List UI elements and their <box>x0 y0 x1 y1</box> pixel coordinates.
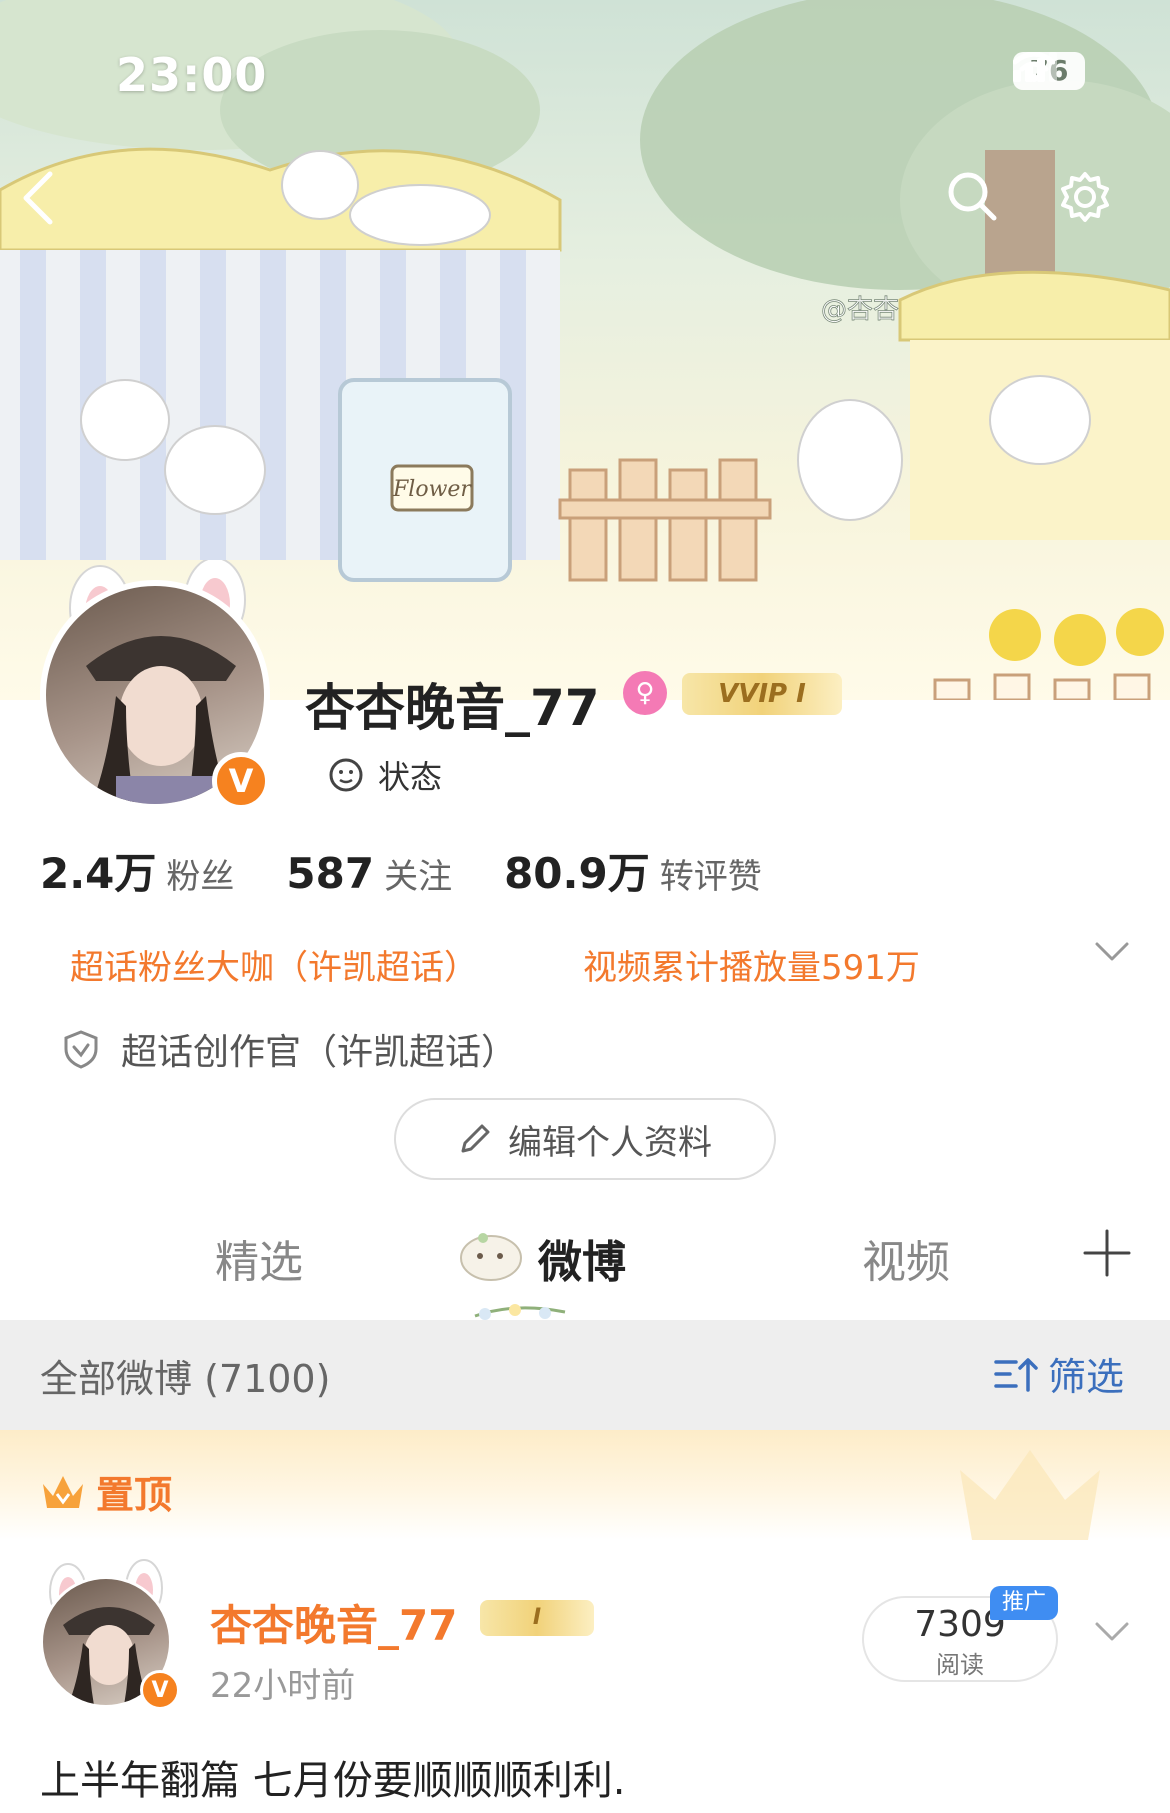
gear-icon <box>1061 172 1109 222</box>
post-author-name[interactable]: 杏杏晚音_77 <box>210 1592 457 1653</box>
plus-icon <box>1083 1229 1131 1277</box>
filter-label: 筛选 <box>1047 1355 1124 1399</box>
add-tab-button[interactable] <box>1082 1228 1132 1282</box>
crown-icon <box>43 1475 83 1508</box>
post-verified-badge: V <box>140 1670 180 1710</box>
cover-watermark: @杏杏 <box>821 295 899 325</box>
vvip-badge[interactable]: VVIP Ⅰ <box>682 673 842 715</box>
official-title-row[interactable]: 超话创作官（许凯超话） <box>63 1023 517 1075</box>
tab-featured[interactable]: 精选 <box>215 1226 303 1290</box>
posts-filter-bar: 全部微博 (7100) 筛选 <box>0 1320 1170 1430</box>
emoji-add-icon <box>329 758 363 792</box>
back-button[interactable] <box>20 170 90 240</box>
official-title: 超话创作官（许凯超话） <box>121 1032 518 1073</box>
profile-username: 杏杏晚音_77 <box>305 679 600 737</box>
following-label: 关注 <box>384 857 453 897</box>
crown-decoration-icon <box>960 1450 1100 1540</box>
status-icons: 76 <box>1013 52 1085 90</box>
post-content: 上半年翻篇 七月份要顺顺顺利利. <box>40 1758 626 1804</box>
tab-video[interactable]: 视频 <box>862 1226 950 1290</box>
interactions-label: 转评赞 <box>659 857 762 897</box>
settings-button[interactable] <box>1058 170 1128 240</box>
back-arrow-icon <box>23 171 53 225</box>
filter-icon <box>994 1357 1038 1392</box>
profile-tabs: 精选 微博 视频 <box>0 1200 1170 1320</box>
chevron-down-icon <box>1095 1622 1129 1641</box>
profile-avatar[interactable]: V <box>30 560 280 810</box>
edit-profile-label: 编辑个人资料 <box>508 1122 712 1163</box>
status-label: 状态 <box>377 758 442 796</box>
pinned-label: 置顶 <box>40 1464 172 1519</box>
tag-video-plays[interactable]: 视频累计播放量591万 <box>583 940 920 989</box>
promote-badge[interactable]: 推广 <box>990 1586 1058 1620</box>
pinned-header: 置顶 <box>0 1430 1170 1540</box>
stat-followers[interactable]: 2.4万 粉丝 <box>40 840 234 901</box>
pinned-post[interactable]: V 杏杏晚音_77 Ⅰ 22小时前 7309 阅读 推广 上半年翻篇 七月份要顺… <box>0 1540 1170 1813</box>
status-button[interactable]: 状态 <box>300 742 470 808</box>
all-posts-count: 全部微博 (7100) <box>40 1357 331 1401</box>
search-button[interactable] <box>946 170 1016 240</box>
post-more-button[interactable] <box>1094 1620 1130 1648</box>
female-icon: ♀ <box>623 671 667 715</box>
stat-following[interactable]: 587 关注 <box>286 849 452 898</box>
search-icon <box>948 172 997 221</box>
edit-profile-button[interactable]: 编辑个人资料 <box>394 1098 776 1180</box>
chevron-down-icon <box>1095 942 1129 961</box>
followers-count: 2.4万 <box>40 849 157 898</box>
following-count: 587 <box>286 849 375 898</box>
expand-tags-button[interactable] <box>1094 940 1130 968</box>
status-time: 23:00 <box>116 48 268 102</box>
profile-tags: 超话粉丝大咖（许凯超话） 视频累计播放量591万 <box>70 940 1130 989</box>
shield-icon <box>64 1030 98 1069</box>
flower-sign-text: Flower <box>392 477 472 502</box>
read-label: 阅读 <box>936 1651 984 1679</box>
wifi-icon <box>1013 52 1055 82</box>
filter-button[interactable]: 筛选 <box>994 1346 1124 1401</box>
interactions-count: 80.9万 <box>504 849 650 898</box>
tag-super-topic-fan[interactable]: 超话粉丝大咖（许凯超话） <box>70 940 478 989</box>
profile-stats: 2.4万 粉丝 587 关注 80.9万 转评赞 <box>40 840 762 901</box>
pencil-icon <box>461 1124 490 1153</box>
pinned-text: 置顶 <box>96 1473 173 1517</box>
stat-interactions[interactable]: 80.9万 转评赞 <box>504 840 762 901</box>
post-author-avatar[interactable]: V <box>36 1558 186 1710</box>
followers-label: 粉丝 <box>166 857 235 897</box>
post-vip-badge: Ⅰ <box>480 1600 594 1636</box>
post-timestamp: 22小时前 <box>210 1666 356 1706</box>
verified-badge: V <box>212 752 270 810</box>
tab-weibo[interactable]: 微博 <box>538 1226 626 1290</box>
